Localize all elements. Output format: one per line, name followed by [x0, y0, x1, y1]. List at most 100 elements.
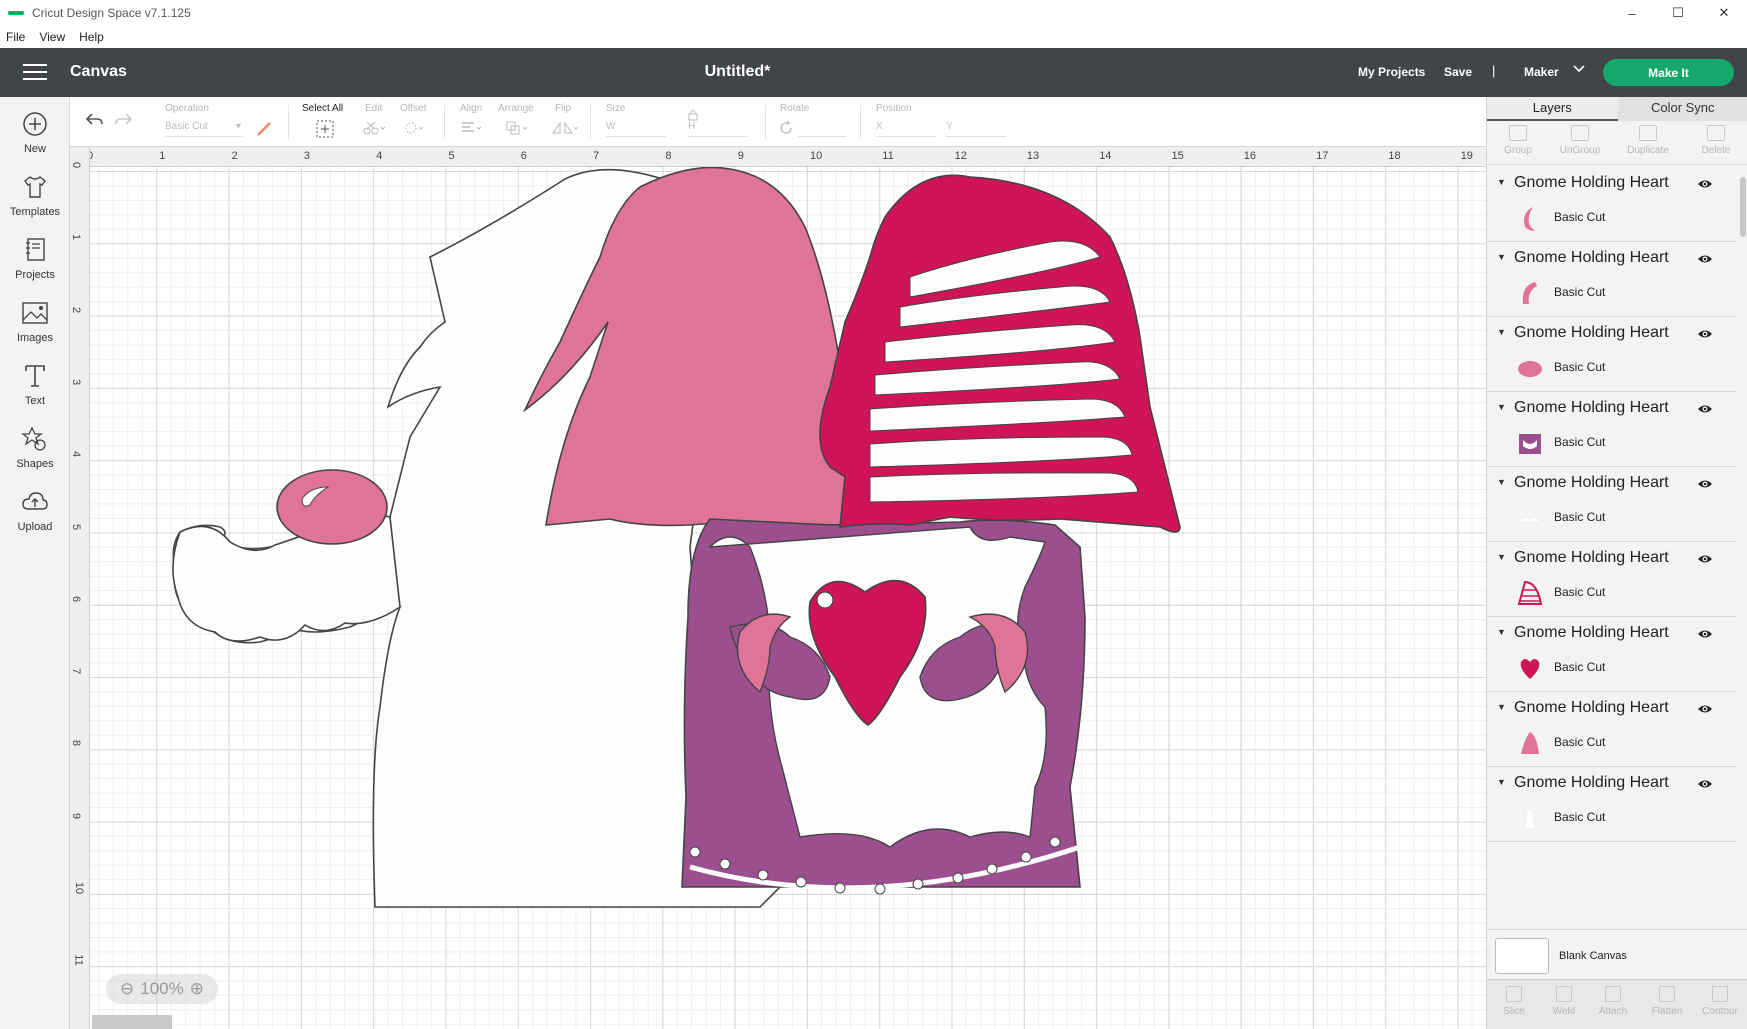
eye-icon[interactable]: [1697, 402, 1713, 416]
flip-group[interactable]: Flip: [555, 103, 571, 116]
zoom-control[interactable]: ⊖ 100% ⊕: [106, 974, 218, 1004]
align-group[interactable]: Align: [460, 103, 482, 116]
blank-canvas-row[interactable]: Blank Canvas: [1487, 929, 1747, 979]
caret-down-icon[interactable]: ▼: [1497, 777, 1506, 787]
tab-layers[interactable]: Layers: [1487, 97, 1618, 121]
layer-thumbnail: [1518, 361, 1542, 377]
text-tool[interactable]: Text: [0, 361, 70, 407]
width-label: W: [606, 121, 616, 132]
scrollbar-thumb[interactable]: [1740, 177, 1746, 237]
layer-group[interactable]: ▼ Gnome Holding Heart Basic Cut: [1487, 617, 1737, 692]
menu-view[interactable]: View: [39, 30, 65, 44]
horizontal-scrollbar[interactable]: [92, 1015, 172, 1029]
eye-icon[interactable]: [1697, 552, 1713, 566]
width-input[interactable]: W: [606, 121, 666, 137]
scissors-icon[interactable]: [362, 120, 388, 136]
attach-button[interactable]: Attach: [1588, 986, 1638, 1017]
minimize-button[interactable]: –: [1609, 0, 1655, 26]
arrange-icon[interactable]: [505, 120, 531, 136]
position-x-input[interactable]: X: [876, 121, 936, 137]
slice-button[interactable]: Slice: [1489, 986, 1539, 1017]
canvas-swatch[interactable]: [1495, 938, 1549, 974]
caret-down-icon[interactable]: ▼: [1497, 177, 1506, 187]
maximize-button[interactable]: ☐: [1655, 0, 1701, 26]
close-button[interactable]: ✕: [1701, 0, 1747, 26]
menu-help[interactable]: Help: [79, 30, 104, 44]
layer-group[interactable]: ▼ Gnome Holding Heart Basic Cut: [1487, 767, 1737, 842]
weld-button[interactable]: Weld: [1539, 986, 1589, 1017]
layer-group[interactable]: ▼ Gnome Holding Heart Basic Cut: [1487, 692, 1737, 767]
shapes-tool[interactable]: Shapes: [0, 424, 70, 470]
caret-down-icon[interactable]: ▼: [1497, 252, 1506, 262]
caret-down-icon[interactable]: ▼: [1497, 552, 1506, 562]
images-tool[interactable]: Images: [0, 298, 70, 344]
duplicate-button[interactable]: Duplicate: [1617, 125, 1679, 156]
height-input[interactable]: H: [688, 121, 748, 137]
make-it-button[interactable]: Make It: [1603, 59, 1734, 86]
design-canvas[interactable]: 0 1 2 3 4 5 6 7 8 9 10 11 12 13 14 15 16 17 18 19 012345678…: [70, 147, 1486, 1029]
window-controls: – ☐ ✕: [1609, 0, 1747, 26]
menu-file[interactable]: File: [6, 30, 25, 44]
layer-group[interactable]: ▼ Gnome Holding Heart Basic Cut: [1487, 542, 1737, 617]
gnome-artwork[interactable]: [70, 147, 1470, 1029]
flip-icon[interactable]: [550, 120, 580, 136]
eye-icon[interactable]: [1697, 327, 1713, 341]
pen-icon[interactable]: [256, 121, 272, 137]
select-all-group[interactable]: Select All: [302, 103, 343, 116]
position-y-input[interactable]: Y: [946, 121, 1006, 137]
upload-tool[interactable]: Upload: [0, 487, 70, 533]
chevron-down-icon[interactable]: [1572, 61, 1586, 78]
contour-label: Contour: [1702, 1006, 1738, 1017]
flatten-button[interactable]: Flatten: [1642, 986, 1692, 1017]
edit-group[interactable]: Edit: [365, 103, 382, 116]
eye-icon[interactable]: [1697, 477, 1713, 491]
caret-down-icon[interactable]: ▼: [1497, 702, 1506, 712]
undo-icon[interactable]: [84, 111, 104, 129]
zoom-out-icon[interactable]: ⊖: [120, 979, 134, 999]
offset-icon[interactable]: [404, 120, 430, 136]
layer-group[interactable]: ▼ Gnome Holding Heart Basic Cut: [1487, 242, 1737, 317]
group-button[interactable]: Group: [1487, 125, 1549, 156]
caret-down-icon[interactable]: ▼: [1497, 402, 1506, 412]
select-all-icon[interactable]: [316, 120, 334, 138]
delete-button[interactable]: Delete: [1685, 125, 1747, 156]
ungroup-button[interactable]: UnGroup: [1549, 125, 1611, 156]
layers-scrollbar[interactable]: [1738, 167, 1747, 917]
eye-icon[interactable]: [1697, 252, 1713, 266]
layer-group[interactable]: ▼ Gnome Holding Heart Basic Cut: [1487, 167, 1737, 242]
ruler-tick: 13: [1026, 150, 1040, 162]
layer-group[interactable]: ▼ Gnome Holding Heart Basic Cut: [1487, 392, 1737, 467]
arrange-group[interactable]: Arrange: [498, 103, 534, 116]
redo-icon[interactable]: [114, 111, 134, 129]
save-button[interactable]: Save: [1444, 65, 1472, 79]
tab-color-sync[interactable]: Color Sync: [1617, 97, 1747, 121]
offset-group[interactable]: Offset: [400, 103, 427, 116]
machine-selector[interactable]: Maker: [1524, 65, 1559, 79]
eye-icon[interactable]: [1697, 702, 1713, 716]
templates-tool[interactable]: Templates: [0, 172, 70, 218]
layer-group[interactable]: ▼ Gnome Holding Heart Basic Cut: [1487, 317, 1737, 392]
rotate-input[interactable]: [798, 121, 846, 137]
eye-icon[interactable]: [1697, 627, 1713, 641]
eye-icon[interactable]: [1697, 777, 1713, 791]
zoom-in-icon[interactable]: ⊕: [190, 979, 204, 999]
new-tool[interactable]: New: [0, 109, 70, 155]
hamburger-menu-icon[interactable]: [23, 63, 47, 81]
caret-down-icon[interactable]: ▼: [1497, 477, 1506, 487]
flatten-icon: [1659, 986, 1675, 1002]
eye-icon[interactable]: [1697, 177, 1713, 191]
align-icon[interactable]: [460, 120, 486, 136]
projects-tool[interactable]: Projects: [0, 235, 70, 281]
operation-select[interactable]: Basic Cut ▾: [165, 121, 243, 137]
caret-down-icon[interactable]: ▼: [1497, 627, 1506, 637]
ruler-tick: 11: [882, 150, 894, 162]
contour-button[interactable]: Contour: [1695, 986, 1745, 1017]
layer-thumbnail: [1516, 516, 1544, 523]
layer-group[interactable]: ▼ Gnome Holding Heart Basic Cut: [1487, 467, 1737, 542]
lock-icon[interactable]: [688, 109, 698, 121]
ruler-tick: 9: [737, 150, 744, 162]
caret-down-icon[interactable]: ▼: [1497, 327, 1506, 337]
layer-group-name: Gnome Holding Heart: [1514, 174, 1669, 191]
image-icon: [22, 302, 48, 324]
my-projects-link[interactable]: My Projects: [1358, 65, 1425, 79]
